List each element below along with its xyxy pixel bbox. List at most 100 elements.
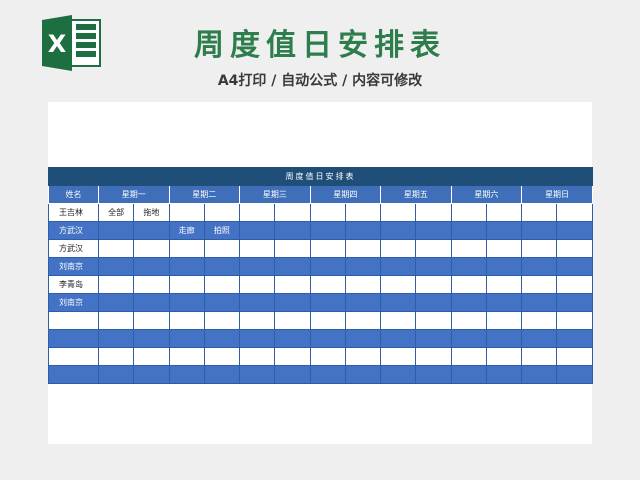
duty-cell[interactable] (168, 239, 205, 258)
duty-cell[interactable] (415, 347, 452, 366)
duty-cell[interactable] (380, 221, 417, 240)
duty-cell[interactable] (485, 293, 523, 312)
duty-cell[interactable] (203, 347, 241, 366)
duty-cell[interactable] (97, 275, 135, 294)
duty-cell[interactable] (485, 365, 523, 384)
duty-cell[interactable] (203, 311, 241, 330)
duty-cell[interactable] (274, 257, 311, 276)
duty-cell[interactable] (274, 293, 311, 312)
duty-cell[interactable] (239, 275, 276, 294)
name-cell[interactable] (48, 311, 99, 330)
duty-cell[interactable] (450, 239, 487, 258)
duty-cell[interactable] (97, 221, 135, 240)
duty-cell[interactable] (97, 257, 135, 276)
duty-cell[interactable] (97, 239, 135, 258)
duty-cell[interactable] (309, 347, 346, 366)
duty-cell[interactable] (168, 257, 205, 276)
duty-cell[interactable] (344, 311, 382, 330)
duty-cell[interactable] (521, 293, 558, 312)
duty-cell[interactable] (133, 365, 170, 384)
duty-cell[interactable] (97, 329, 135, 348)
duty-cell[interactable] (485, 203, 523, 222)
duty-cell[interactable] (239, 203, 276, 222)
duty-cell[interactable] (450, 311, 487, 330)
duty-cell[interactable] (485, 347, 523, 366)
duty-cell[interactable] (309, 221, 346, 240)
duty-cell[interactable] (380, 239, 417, 258)
duty-cell[interactable] (450, 293, 487, 312)
duty-cell[interactable] (274, 347, 311, 366)
duty-cell[interactable] (309, 203, 346, 222)
duty-cell[interactable] (556, 329, 593, 348)
duty-cell[interactable] (380, 329, 417, 348)
duty-cell[interactable] (168, 275, 205, 294)
duty-cell[interactable] (380, 203, 417, 222)
duty-cell[interactable] (415, 203, 452, 222)
duty-cell[interactable]: 走廊 (168, 221, 205, 240)
duty-cell[interactable] (239, 257, 276, 276)
duty-cell[interactable] (97, 311, 135, 330)
duty-cell[interactable] (450, 221, 487, 240)
duty-cell[interactable] (450, 329, 487, 348)
duty-cell[interactable] (239, 293, 276, 312)
duty-cell[interactable] (133, 239, 170, 258)
duty-cell[interactable] (450, 203, 487, 222)
duty-cell[interactable] (521, 257, 558, 276)
duty-cell[interactable] (344, 275, 382, 294)
duty-cell[interactable] (344, 239, 382, 258)
name-cell[interactable]: 方武汉 (48, 221, 99, 240)
duty-cell[interactable] (97, 347, 135, 366)
duty-cell[interactable] (133, 257, 170, 276)
duty-cell[interactable] (521, 311, 558, 330)
duty-cell[interactable] (309, 311, 346, 330)
duty-cell[interactable] (380, 347, 417, 366)
duty-cell[interactable] (415, 311, 452, 330)
duty-cell[interactable] (133, 311, 170, 330)
duty-cell[interactable] (274, 329, 311, 348)
duty-cell[interactable] (556, 293, 593, 312)
duty-cell[interactable] (521, 365, 558, 384)
duty-cell[interactable] (239, 311, 276, 330)
duty-cell[interactable] (274, 203, 311, 222)
duty-cell[interactable] (133, 329, 170, 348)
duty-cell[interactable] (309, 293, 346, 312)
duty-cell[interactable] (97, 293, 135, 312)
duty-cell[interactable] (168, 311, 205, 330)
duty-cell[interactable] (344, 257, 382, 276)
duty-cell[interactable] (309, 239, 346, 258)
duty-cell[interactable] (344, 221, 382, 240)
duty-cell[interactable] (380, 293, 417, 312)
duty-cell[interactable] (450, 347, 487, 366)
duty-cell[interactable] (239, 365, 276, 384)
duty-cell[interactable] (450, 257, 487, 276)
duty-cell[interactable] (556, 365, 593, 384)
duty-cell[interactable] (133, 221, 170, 240)
duty-cell[interactable] (309, 329, 346, 348)
duty-cell[interactable] (168, 203, 205, 222)
duty-cell[interactable] (556, 311, 593, 330)
duty-cell[interactable]: 全部 (97, 203, 135, 222)
duty-cell[interactable] (521, 275, 558, 294)
duty-cell[interactable] (239, 347, 276, 366)
duty-cell[interactable] (485, 329, 523, 348)
duty-cell[interactable] (203, 257, 241, 276)
duty-cell[interactable] (380, 311, 417, 330)
duty-cell[interactable] (344, 203, 382, 222)
duty-cell[interactable] (380, 257, 417, 276)
duty-cell[interactable] (521, 239, 558, 258)
duty-cell[interactable] (485, 257, 523, 276)
name-cell[interactable] (48, 365, 99, 384)
duty-cell[interactable] (380, 275, 417, 294)
name-cell[interactable]: 刘南京 (48, 257, 99, 276)
duty-cell[interactable] (450, 365, 487, 384)
duty-cell[interactable] (168, 293, 205, 312)
duty-cell[interactable] (380, 365, 417, 384)
duty-cell[interactable] (485, 221, 523, 240)
duty-cell[interactable] (415, 239, 452, 258)
duty-cell[interactable] (274, 275, 311, 294)
duty-cell[interactable] (450, 275, 487, 294)
name-cell[interactable]: 方武汉 (48, 239, 99, 258)
duty-cell[interactable] (556, 275, 593, 294)
duty-cell[interactable] (485, 311, 523, 330)
duty-cell[interactable] (203, 293, 241, 312)
